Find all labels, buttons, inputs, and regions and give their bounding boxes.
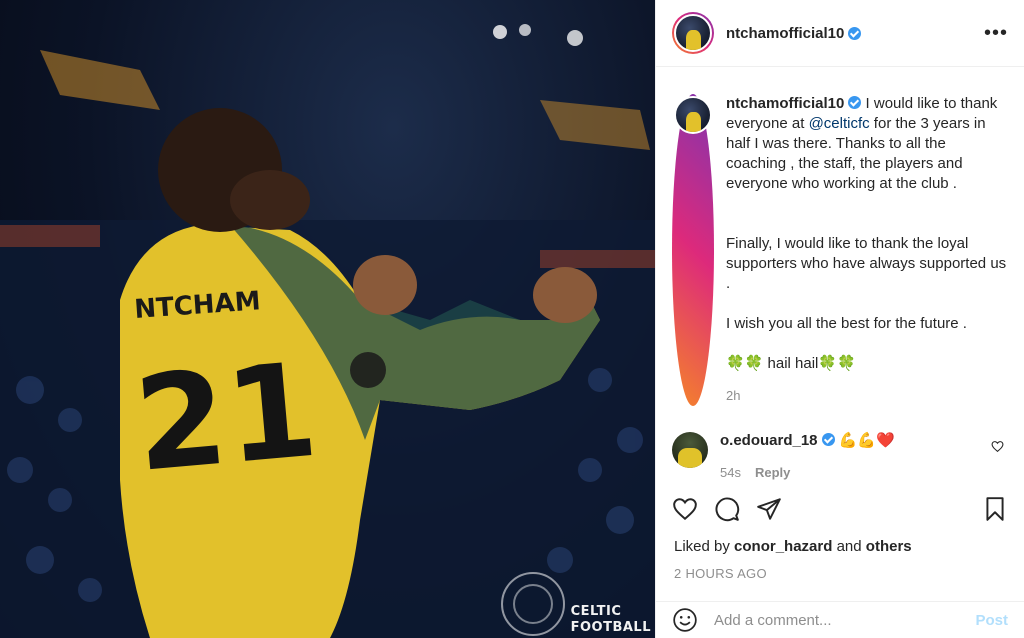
add-comment-bar: Post [656,601,1024,638]
comments-section: ntchamofficial10 I would like to thank e… [656,68,1024,480]
post-header: ntchamofficial10 ••• [656,0,1024,67]
verified-badge-icon [848,26,862,40]
post-side-panel: ntchamofficial10 ••• ntchamofficial10 I … [655,0,1024,638]
reply-button[interactable]: Reply [755,464,790,480]
author-avatar[interactable] [672,12,714,54]
comment-time[interactable]: 54s [720,464,741,480]
more-options-icon[interactable]: ••• [984,23,1008,43]
player-photo: NTCHAM 21 [0,24,655,638]
comment-text: 💪💪❤️ [838,432,895,449]
caption-time[interactable]: 2h [726,386,1008,406]
commenter-avatar[interactable] [672,432,708,468]
likes-middle: and [832,538,866,555]
verified-badge-icon [821,433,835,446]
post-caption: ntchamofficial10 I would like to thank e… [672,94,1008,406]
liked-by-user-link[interactable]: conor_hazard [734,538,832,555]
jersey-number: 21 [129,334,322,501]
comment-item: o.edouard_18 💪💪❤️ 54s Reply [672,432,1008,480]
caption-paragraph-4: 🍀🍀 hail hail🍀🍀 [726,355,856,372]
celtic-football-watermark: CELTIC FOOTBALL [500,572,651,636]
author-username[interactable]: ntchamofficial10 [726,25,844,42]
save-bookmark-icon[interactable] [982,496,1008,522]
watermark-line2: FOOTBALL [570,620,651,635]
share-send-icon[interactable] [756,496,782,522]
caption-paragraph-2: Finally, I would like to thank the loyal… [726,235,1007,292]
comment-input[interactable] [714,611,976,629]
caption-paragraph-3: I wish you all the best for the future . [726,315,967,332]
caption-avatar[interactable] [672,94,714,406]
likes-summary: Liked by conor_hazard and others [674,538,912,555]
post-timestamp[interactable]: 2 HOURS AGO [674,566,767,581]
watermark-line1: CELTIC [570,604,622,619]
post-actions-bar [672,496,1008,522]
like-heart-icon[interactable] [672,496,698,522]
comment-like-heart-icon[interactable] [991,440,1004,458]
caption-username[interactable]: ntchamofficial10 [726,95,844,112]
celtic-crest-icon [500,572,565,636]
liked-by-others-link[interactable]: others [866,538,912,555]
post-image[interactable]: NTCHAM 21 CELTIC FOOTBALL [0,0,655,638]
post-comment-button[interactable]: Post [975,612,1008,629]
caption-mention-link[interactable]: @celticfc [809,115,870,132]
verified-badge-icon [848,96,862,109]
commenter-username[interactable]: o.edouard_18 [720,432,818,449]
emoji-smiley-icon[interactable] [672,607,698,633]
likes-prefix: Liked by [674,538,735,555]
comment-bubble-icon[interactable] [714,496,740,522]
